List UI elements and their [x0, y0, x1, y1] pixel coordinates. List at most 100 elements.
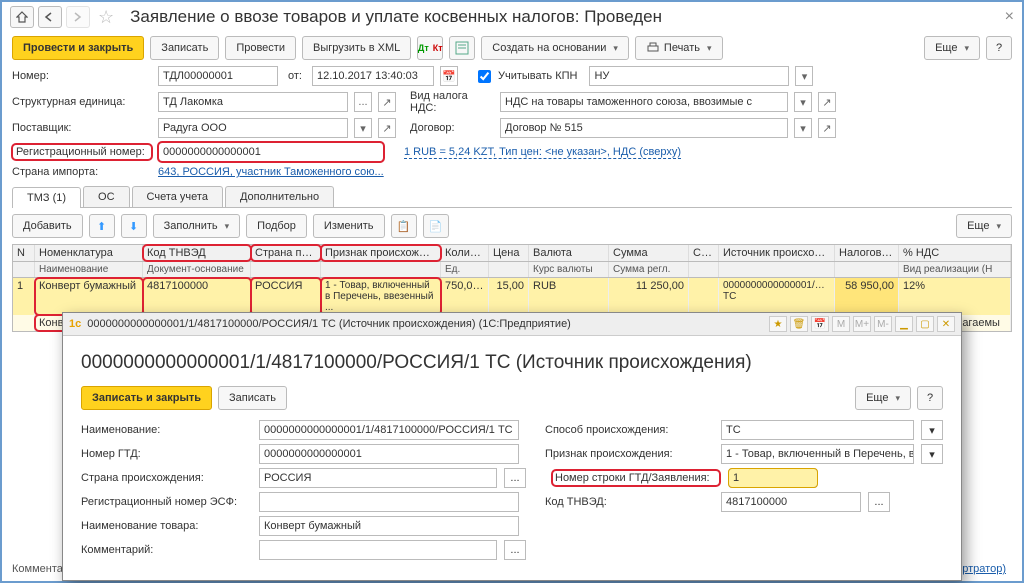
home-icon[interactable]: [10, 6, 34, 28]
more-button[interactable]: Еще: [924, 36, 980, 60]
modal-close-icon[interactable]: ✕: [937, 316, 955, 332]
mplus-icon[interactable]: M+: [853, 316, 871, 332]
vat-open[interactable]: ↗: [818, 92, 836, 112]
min-icon[interactable]: ▁: [895, 316, 913, 332]
m-method-dd[interactable]: ▾: [921, 420, 943, 440]
m-name-input[interactable]: 0000000000000001/1/4817100000/РОССИЯ/1 Т…: [259, 420, 519, 440]
close-icon[interactable]: ×: [1005, 8, 1014, 26]
col-vatbase[interactable]: Налоговая база НДС: [835, 245, 899, 261]
su-open[interactable]: ↗: [378, 92, 396, 112]
m-icon[interactable]: M: [832, 316, 850, 332]
col-country[interactable]: Страна происхожд...: [251, 245, 321, 261]
currency-hint-link[interactable]: 1 RUB = 5,24 KZT, Тип цен: <не указан>, …: [404, 146, 681, 159]
more-label: Еще: [935, 42, 957, 54]
star-icon[interactable]: ☆: [98, 7, 114, 28]
grid-more-button[interactable]: Еще: [956, 214, 1012, 238]
tab-accounts[interactable]: Счета учета: [132, 186, 223, 207]
grid-more-label: Еще: [967, 220, 989, 232]
m-sign-dd[interactable]: ▾: [921, 444, 943, 464]
modal-write[interactable]: Записать: [218, 386, 287, 410]
m-country-input[interactable]: РОССИЯ: [259, 468, 497, 488]
col-nomen[interactable]: Номенклатура: [35, 245, 143, 261]
help-button[interactable]: ?: [986, 36, 1012, 60]
vat-dropdown[interactable]: ▾: [794, 92, 812, 112]
create-based-button[interactable]: Создать на основании: [481, 36, 629, 60]
dtkt-icon[interactable]: ДтКт: [417, 36, 443, 60]
move-up-icon[interactable]: ⬆: [89, 214, 115, 238]
tab-extra[interactable]: Дополнительно: [225, 186, 334, 207]
contract-open[interactable]: ↗: [818, 118, 836, 138]
m-gtd-input[interactable]: 0000000000000001: [259, 444, 519, 464]
vat-type-input[interactable]: НДС на товары таможенного союза, ввозимы…: [500, 92, 788, 112]
m-country-label: Страна происхождения:: [81, 472, 251, 484]
number-input[interactable]: ТДЛ00000001: [158, 66, 278, 86]
table-row[interactable]: 1 Конверт бумажный 4817100000 РОССИЯ 1 -…: [13, 278, 1011, 315]
col-price[interactable]: Цена: [489, 245, 529, 261]
from-date-input[interactable]: 12.10.2017 13:40:03: [312, 66, 434, 86]
m-comment-dots[interactable]: ...: [504, 540, 526, 560]
import-country-link[interactable]: 643, РОССИЯ, участник Таможенного сою...: [158, 166, 384, 178]
tab-tmz[interactable]: ТМЗ (1): [12, 187, 81, 208]
kpn-dropdown[interactable]: ▾: [795, 66, 813, 86]
m-country-dots[interactable]: ...: [504, 468, 526, 488]
supplier-dropdown[interactable]: ▾: [354, 118, 372, 138]
copy-icon[interactable]: 📋: [391, 214, 417, 238]
max-icon[interactable]: ▢: [916, 316, 934, 332]
modal-more[interactable]: Еще: [855, 386, 911, 410]
grid-fill-button[interactable]: Заполнить: [153, 214, 241, 238]
m-tnved-dots[interactable]: ...: [868, 492, 890, 512]
kpn-check[interactable]: [478, 70, 491, 83]
structural-unit-input[interactable]: ТД Лакомка: [158, 92, 348, 112]
mminus-icon[interactable]: M-: [874, 316, 892, 332]
modal-help[interactable]: ?: [917, 386, 943, 410]
supplier-open[interactable]: ↗: [378, 118, 396, 138]
paste-icon[interactable]: 📄: [423, 214, 449, 238]
print-button[interactable]: Печать: [635, 36, 723, 60]
reg-num-input[interactable]: 0000000000000001: [158, 142, 384, 162]
post-and-close-button[interactable]: Провести и закрыть: [12, 36, 144, 60]
m-method-input[interactable]: ТС: [721, 420, 914, 440]
modal-write-close[interactable]: Записать и закрыть: [81, 386, 212, 410]
fav-icon[interactable]: ★: [769, 316, 787, 332]
calendar-icon[interactable]: 📅: [440, 66, 458, 86]
grid-select-button[interactable]: Подбор: [246, 214, 307, 238]
include-kpn-checkbox[interactable]: Учитывать КПН: [474, 67, 578, 86]
supplier-input[interactable]: Радуга ООО: [158, 118, 348, 138]
report-icon[interactable]: [449, 36, 475, 60]
contract-input[interactable]: Договор № 515: [500, 118, 788, 138]
col-sign[interactable]: Признак происхождения: [321, 245, 441, 261]
col-sum[interactable]: Сумма: [609, 245, 689, 261]
back-icon[interactable]: [38, 6, 62, 28]
col-n[interactable]: N: [13, 245, 35, 261]
col-origin[interactable]: Источник происхождения: [719, 245, 835, 261]
m-sign-input[interactable]: 1 - Товар, включенный в Перечень, ввезен…: [721, 444, 914, 464]
m-esf-input[interactable]: [259, 492, 519, 512]
m-line-input[interactable]: 1: [728, 468, 818, 488]
calc-icon[interactable]: 🗑: [790, 316, 808, 332]
m-line-label: Номер строки ГТД/Заявления:: [552, 470, 720, 486]
m-goods-input[interactable]: Конверт бумажный: [259, 516, 519, 536]
forward-icon[interactable]: [66, 6, 90, 28]
su-dots[interactable]: ...: [354, 92, 372, 112]
cal-icon[interactable]: 📅: [811, 316, 829, 332]
structural-unit-label: Структурная единица:: [12, 96, 152, 108]
contract-dropdown[interactable]: ▾: [794, 118, 812, 138]
tab-os[interactable]: ОС: [83, 186, 130, 207]
col-tnved[interactable]: Код ТНВЭД: [143, 245, 251, 261]
col-qty[interactable]: Колич...: [441, 245, 489, 261]
col-currency[interactable]: Валюта: [529, 245, 609, 261]
move-down-icon[interactable]: ⬇: [121, 214, 147, 238]
grid-add-button[interactable]: Добавить: [12, 214, 83, 238]
write-button[interactable]: Записать: [150, 36, 219, 60]
m-comment-input[interactable]: [259, 540, 497, 560]
post-button[interactable]: Провести: [225, 36, 296, 60]
col-su[interactable]: Су...: [689, 245, 719, 261]
col-vatpct[interactable]: % НДС: [899, 245, 1011, 261]
kpn-input[interactable]: НУ: [589, 66, 789, 86]
m-name-label: Наименование:: [81, 424, 251, 436]
export-xml-button[interactable]: Выгрузить в XML: [302, 36, 411, 60]
m-tnved-input[interactable]: 4817100000: [721, 492, 861, 512]
col-sub-name: Наименование: [35, 262, 143, 277]
grid-edit-button[interactable]: Изменить: [313, 214, 385, 238]
col-sub-ed: Ед.: [441, 262, 489, 277]
